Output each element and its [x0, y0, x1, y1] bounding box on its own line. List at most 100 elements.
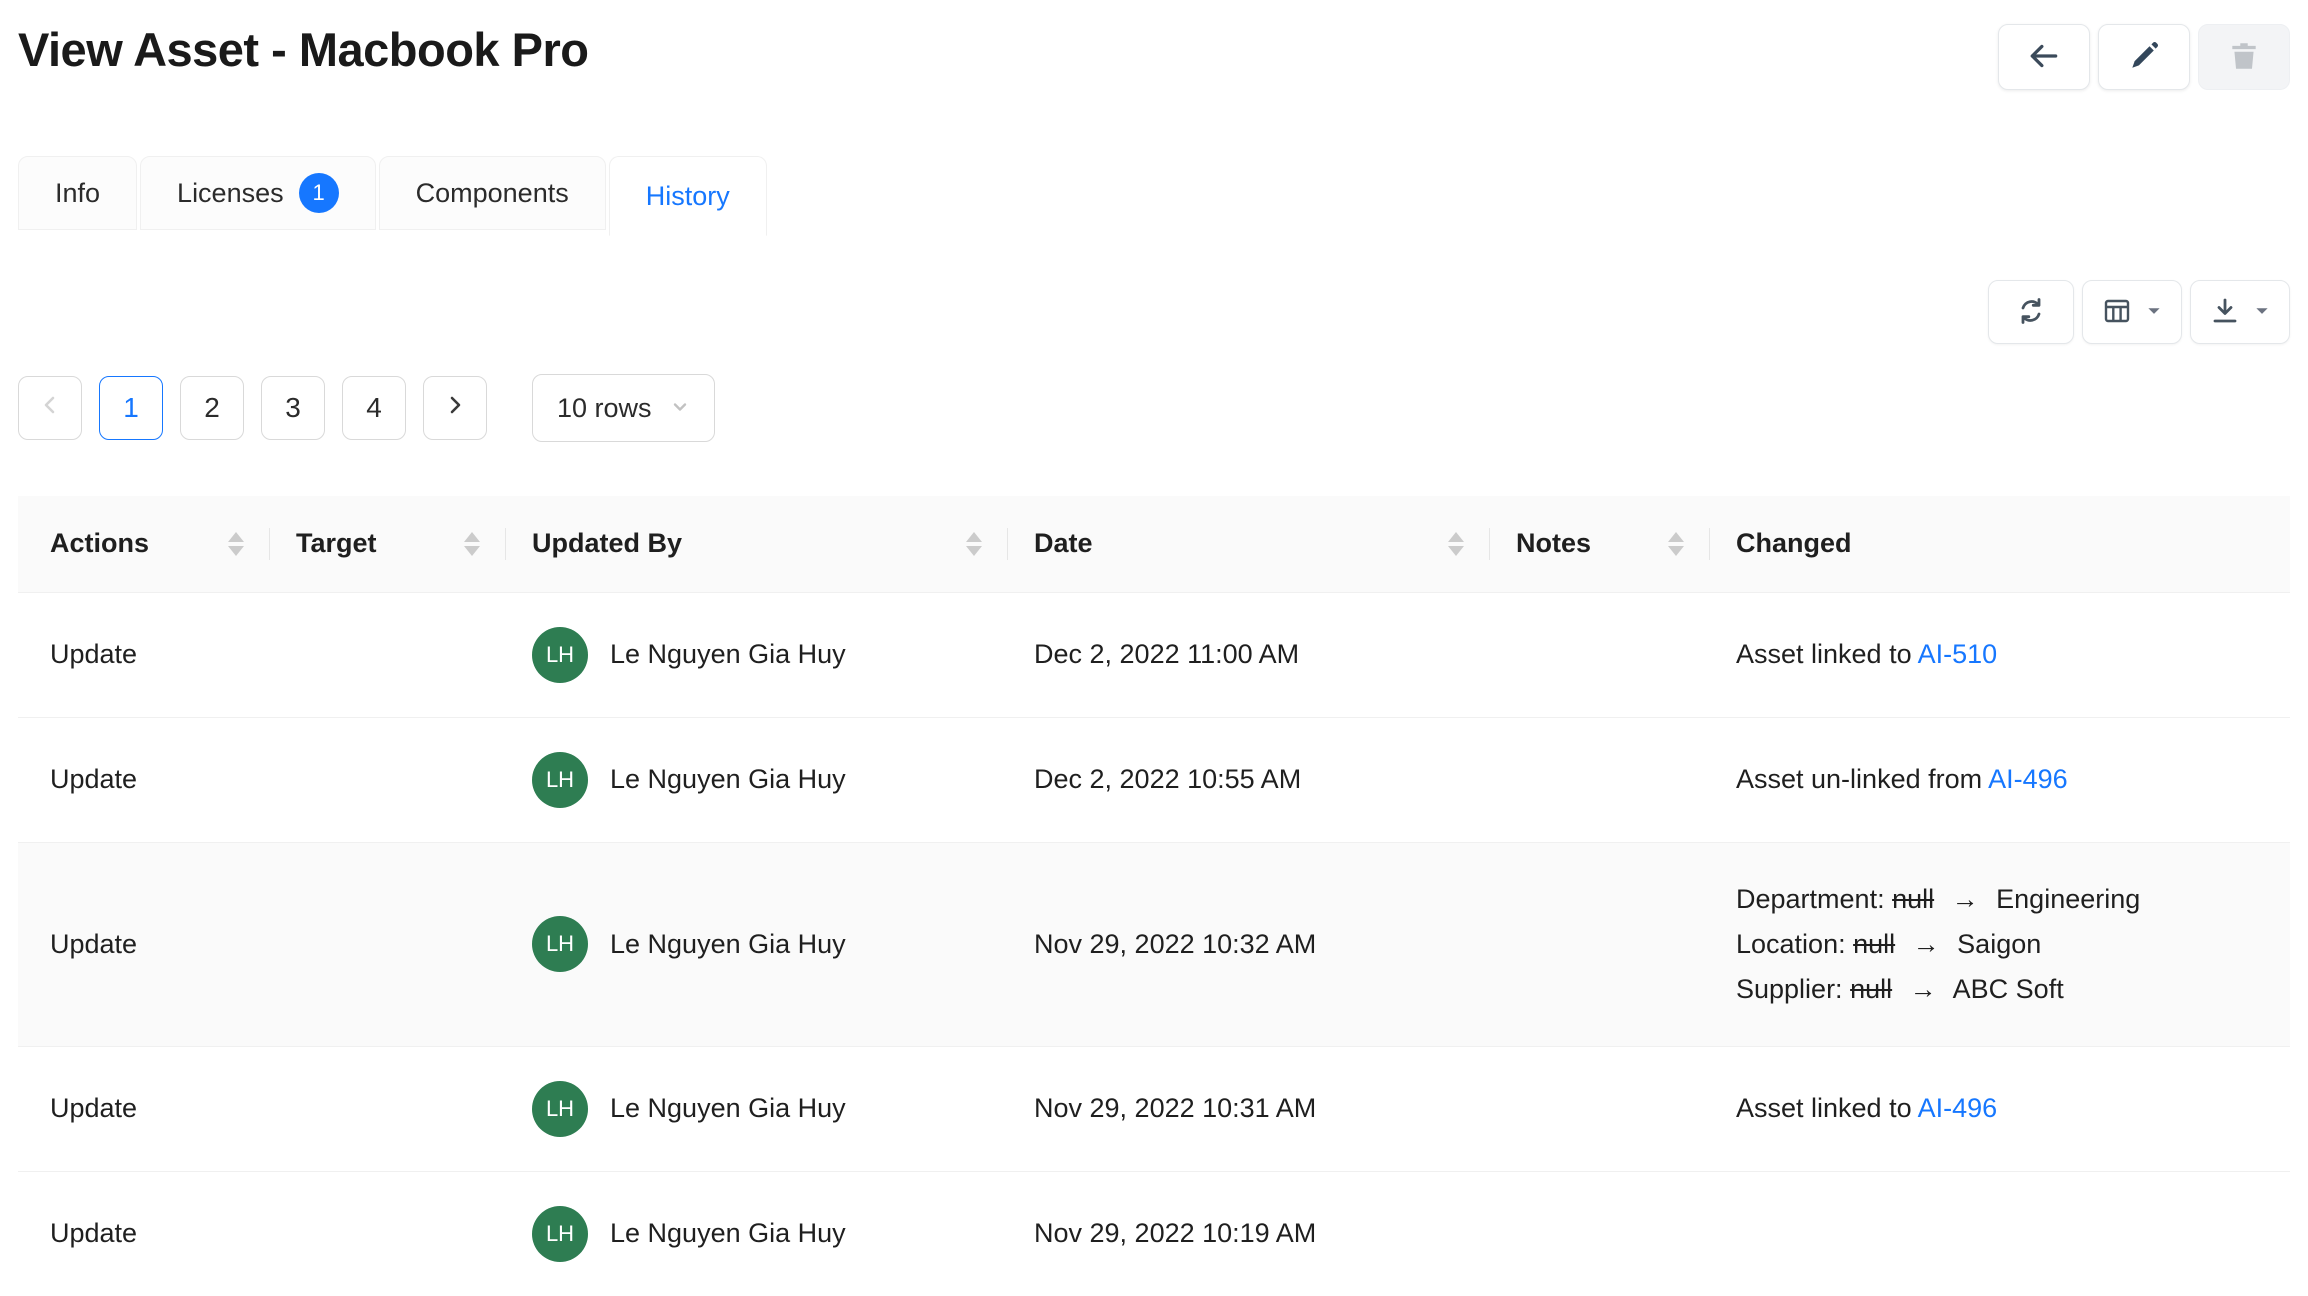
sync-icon [2015, 295, 2047, 330]
arrow-glyph: → [1952, 884, 1979, 914]
page-button-4[interactable]: 4 [342, 376, 406, 440]
field-change: Location: null → Saigon [1736, 922, 2264, 967]
licenses-count-badge: 1 [299, 173, 339, 213]
notes-cell [1490, 717, 1710, 842]
download-icon [2209, 295, 2241, 330]
field-change: Supplier: null → ABC Soft [1736, 967, 2264, 1012]
caret-down-icon [2145, 302, 2163, 323]
target-cell [270, 842, 506, 1046]
avatar: LH [532, 752, 588, 808]
asset-detail-page: View Asset - Macbook Pro Info [0, 0, 2308, 1296]
sort-carets-icon [966, 532, 982, 556]
sort-carets-icon [464, 532, 480, 556]
changed-cell: Asset linked to AI-496 [1710, 1046, 2290, 1171]
user-name: Le Nguyen Gia Huy [610, 764, 846, 795]
next-page-button[interactable] [423, 376, 487, 440]
refresh-button[interactable] [1988, 280, 2074, 344]
rows-per-page-value: 10 rows [557, 393, 652, 424]
target-cell [270, 717, 506, 842]
date-cell: Dec 2, 2022 11:00 AM [1008, 592, 1490, 717]
table-row: Update LHLe Nguyen Gia Huy Dec 2, 2022 1… [18, 592, 2290, 717]
notes-cell [1490, 1171, 1710, 1296]
column-header-updated-by[interactable]: Updated By [506, 496, 1008, 592]
table-row: Update LH Le Nguyen Gia Huy Dec 2, 2022 1… [18, 717, 2290, 842]
edit-button[interactable] [2098, 24, 2190, 90]
tab-info[interactable]: Info [18, 156, 137, 230]
chevron-down-icon [670, 393, 690, 424]
user-name: Le Nguyen Gia Huy [610, 929, 846, 960]
action-cell: Update [18, 1171, 270, 1296]
notes-cell [1490, 1046, 1710, 1171]
chevron-right-icon [443, 392, 467, 424]
target-cell [270, 592, 506, 717]
history-table: Actions Target Updated By Date Notes [18, 496, 2290, 1296]
tab-label: Info [55, 178, 100, 209]
header-actions [1998, 24, 2290, 90]
table-grid-icon [2101, 295, 2133, 330]
column-header-notes[interactable]: Notes [1490, 496, 1710, 592]
page-button-1[interactable]: 1 [99, 376, 163, 440]
tab-licenses[interactable]: Licenses 1 [140, 156, 376, 230]
asset-link[interactable]: AI-496 [1988, 764, 2068, 794]
table-row: Update LHLe Nguyen Gia Huy Nov 29, 2022 … [18, 1046, 2290, 1171]
arrow-glyph: → [1910, 974, 1937, 1004]
user-name: Le Nguyen Gia Huy [610, 1093, 846, 1124]
updated-by-cell: LHLe Nguyen Gia Huy [506, 592, 1008, 717]
arrow-glyph: → [1913, 929, 1940, 959]
field-change: Department: null → Engineering [1736, 877, 2264, 922]
action-cell: Update [18, 842, 270, 1046]
notes-cell [1490, 842, 1710, 1046]
page-button-3[interactable]: 3 [261, 376, 325, 440]
export-button[interactable] [2190, 280, 2290, 344]
user-name: Le Nguyen Gia Huy [610, 1218, 846, 1249]
tab-label: Licenses [177, 178, 284, 209]
target-cell [270, 1171, 506, 1296]
date-cell: Nov 29, 2022 10:19 AM [1008, 1171, 1490, 1296]
avatar: LH [532, 916, 588, 972]
column-header-target[interactable]: Target [270, 496, 506, 592]
back-button[interactable] [1998, 24, 2090, 90]
target-cell [270, 1046, 506, 1171]
column-header-actions[interactable]: Actions [18, 496, 270, 592]
new-value: Saigon [1957, 929, 2041, 959]
prev-page-button[interactable] [18, 376, 82, 440]
column-header-date[interactable]: Date [1008, 496, 1490, 592]
updated-by-cell: LH Le Nguyen Gia Huy [506, 717, 1008, 842]
arrow-left-icon [2027, 39, 2061, 76]
tab-bar: Info Licenses 1 Components History [18, 156, 2290, 236]
rows-per-page-select[interactable]: 10 rows [532, 374, 715, 442]
delete-button[interactable] [2198, 24, 2290, 90]
table-header: Actions Target Updated By Date Notes [18, 496, 2290, 592]
page-header: View Asset - Macbook Pro [18, 0, 2290, 90]
old-value: null [1850, 974, 1892, 1004]
page-button-2[interactable]: 2 [180, 376, 244, 440]
pagination: 1 2 3 4 10 rows [18, 374, 2290, 442]
table-row: Update LH Le Nguyen Gia Huy Nov 29, 2022 … [18, 842, 2290, 1046]
table-row: Update LHLe Nguyen Gia Huy Nov 29, 2022 … [18, 1171, 2290, 1296]
notes-cell [1490, 592, 1710, 717]
trash-icon [2227, 39, 2261, 76]
tab-label: History [646, 181, 730, 212]
changed-cell: Asset linked to AI-510 [1710, 592, 2290, 717]
columns-button[interactable] [2082, 280, 2182, 344]
date-cell: Nov 29, 2022 10:32 AM [1008, 842, 1490, 1046]
avatar: LH [532, 1081, 588, 1137]
changed-cell [1710, 1171, 2290, 1296]
column-header-changed: Changed [1710, 496, 2290, 592]
updated-by-cell: LH Le Nguyen Gia Huy [506, 1046, 1008, 1171]
sort-carets-icon [228, 532, 244, 556]
table-toolbar [18, 280, 2290, 344]
tab-history[interactable]: History [609, 156, 767, 236]
avatar: LH [532, 627, 588, 683]
date-cell: Dec 2, 2022 10:55 AM [1008, 717, 1490, 842]
pencil-icon [2127, 39, 2161, 76]
asset-link[interactable]: AI-496 [1918, 1093, 1998, 1123]
action-cell: Update [18, 717, 270, 842]
changed-cell: Asset un-linked from AI-496 [1710, 717, 2290, 842]
asset-link[interactable]: AI-510 [1918, 639, 1998, 669]
new-value: ABC Soft [1953, 974, 2064, 1004]
date-cell: Nov 29, 2022 10:31 AM [1008, 1046, 1490, 1171]
page-title: View Asset - Macbook Pro [18, 22, 588, 77]
tab-components[interactable]: Components [379, 156, 606, 230]
action-cell: Update [18, 592, 270, 717]
